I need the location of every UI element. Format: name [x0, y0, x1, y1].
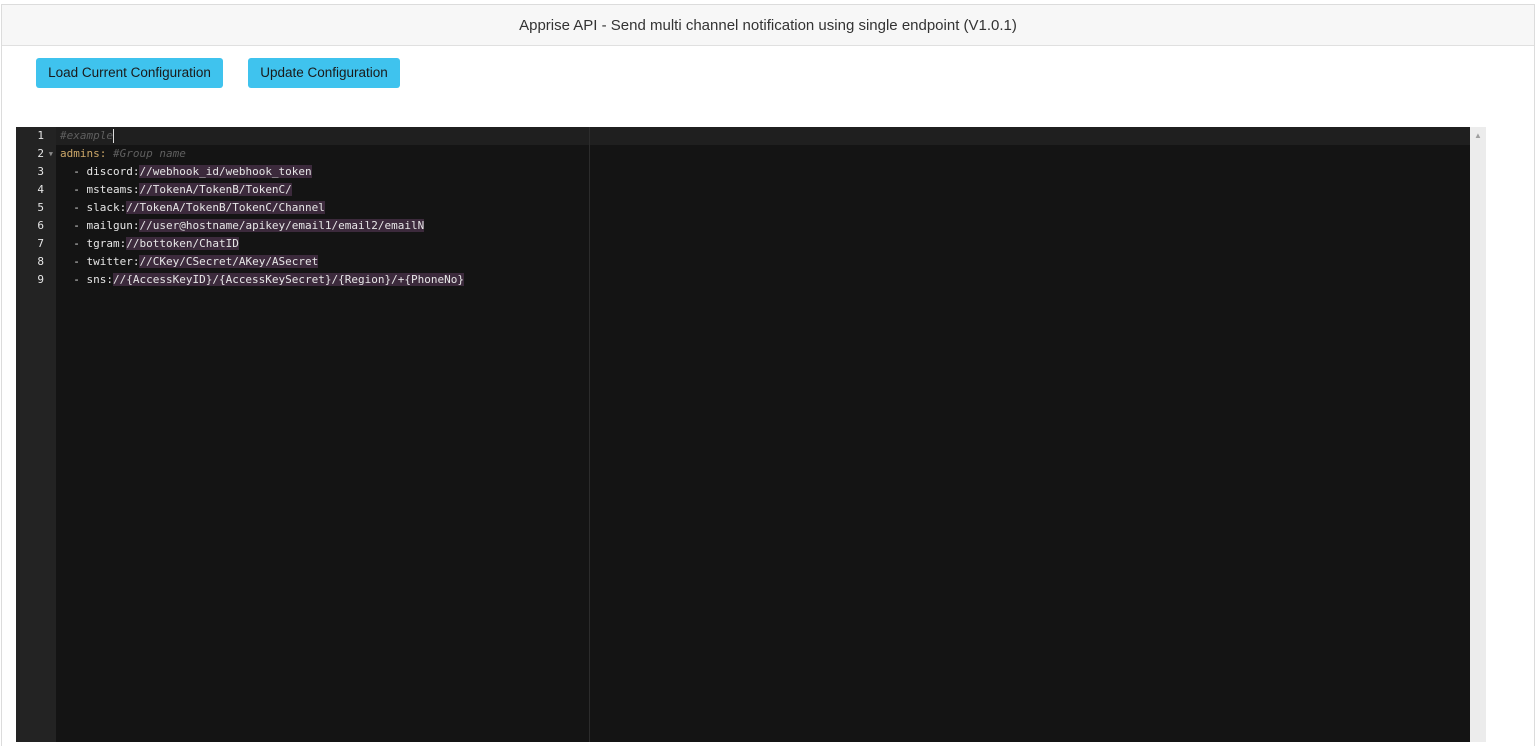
line-number: 5 — [37, 201, 44, 214]
fold-arrow-icon[interactable]: ▼ — [49, 145, 53, 163]
code-line[interactable]: #example — [60, 127, 464, 145]
line-number: 9 — [37, 273, 44, 286]
list-item-key: - sns: — [60, 273, 113, 286]
line-number: 6 — [37, 219, 44, 232]
code-line[interactable]: - twitter://CKey/CSecret/AKey/ASecret — [60, 253, 464, 271]
code-content[interactable]: #example admins: #Group name - discord:/… — [60, 127, 464, 289]
url-value: //TokenA/TokenB/TokenC/Channel — [126, 201, 325, 214]
line-number-gutter: 1 2 ▼ 3 4 5 6 7 8 9 — [16, 127, 56, 742]
comment-text: #example — [60, 129, 113, 142]
line-number: 1 — [37, 129, 44, 142]
code-line[interactable]: - msteams://TokenA/TokenB/TokenC/ — [60, 181, 464, 199]
load-configuration-button[interactable]: Load Current Configuration — [36, 58, 223, 88]
line-number: 4 — [37, 183, 44, 196]
list-item-key: - discord: — [60, 165, 140, 178]
print-margin — [589, 127, 590, 742]
scroll-up-arrow-icon[interactable]: ▲ — [1474, 131, 1482, 140]
code-line[interactable]: admins: #Group name — [60, 145, 464, 163]
list-item-key: - tgram: — [60, 237, 127, 250]
url-value: //{AccessKeyID}/{AccessKeySecret}/{Regio… — [112, 273, 464, 286]
list-item-key: - slack: — [60, 201, 127, 214]
url-value: //webhook_id/webhook_token — [139, 165, 312, 178]
url-value: //user@hostname/apikey/email1/email2/ema… — [139, 219, 425, 232]
yaml-key: admins: — [60, 147, 107, 160]
line-number: 8 — [37, 255, 44, 268]
line-number: 7 — [37, 237, 44, 250]
vertical-scrollbar[interactable]: ▲ — [1470, 127, 1486, 742]
code-line[interactable]: - slack://TokenA/TokenB/TokenC/Channel — [60, 199, 464, 217]
code-editor[interactable]: 1 2 ▼ 3 4 5 6 7 8 9 #example admins: #Gro… — [16, 127, 1486, 742]
list-item-key: - twitter: — [60, 255, 140, 268]
text-cursor — [112, 129, 114, 143]
list-item-key: - msteams: — [60, 183, 140, 196]
comment-text: #Group name — [112, 147, 186, 160]
url-value: //CKey/CSecret/AKey/ASecret — [139, 255, 319, 268]
line-number: 3 — [37, 165, 44, 178]
code-line[interactable]: - tgram://bottoken/ChatID — [60, 235, 464, 253]
url-value: //TokenA/TokenB/TokenC/ — [139, 183, 292, 196]
page-title: Apprise API - Send multi channel notific… — [2, 5, 1534, 46]
list-item-key: - mailgun: — [60, 219, 140, 232]
update-configuration-button[interactable]: Update Configuration — [248, 58, 400, 88]
code-line[interactable]: - mailgun://user@hostname/apikey/email1/… — [60, 217, 464, 235]
line-number: 2 ▼ — [16, 145, 56, 163]
code-line[interactable]: - sns://{AccessKeyID}/{AccessKeySecret}/… — [60, 271, 464, 289]
url-value: //bottoken/ChatID — [126, 237, 239, 250]
code-line[interactable]: - discord://webhook_id/webhook_token — [60, 163, 464, 181]
